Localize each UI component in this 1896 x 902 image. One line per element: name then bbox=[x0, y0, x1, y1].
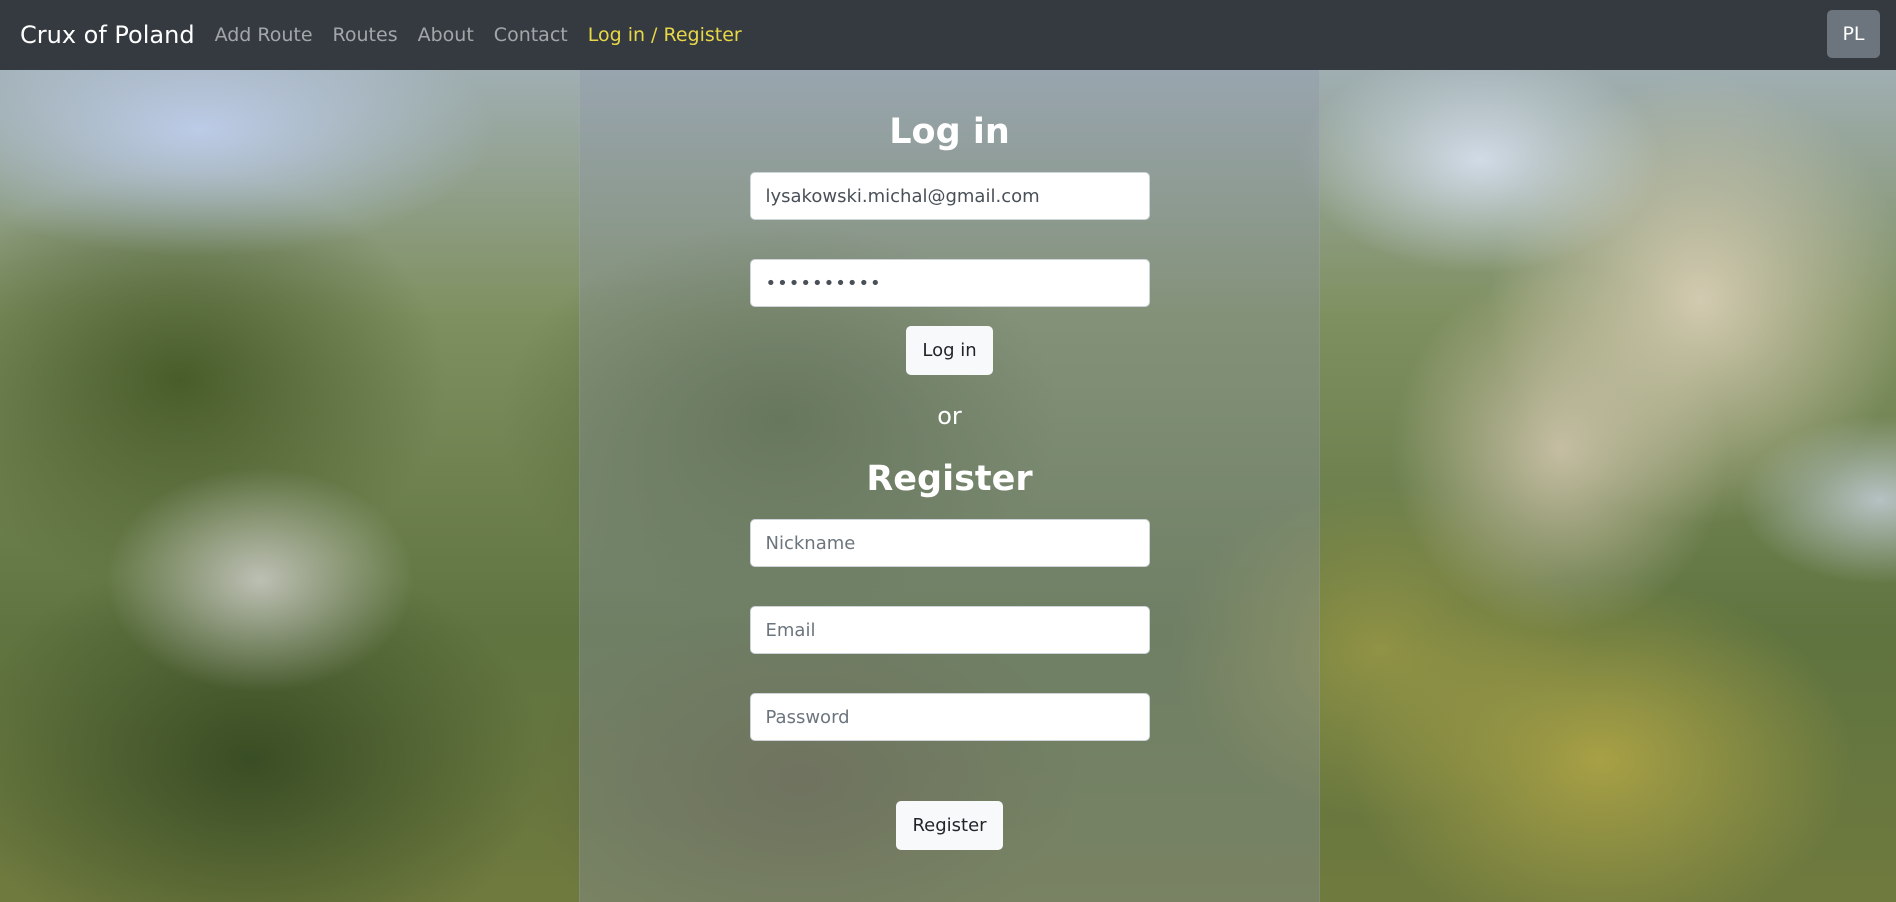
login-title: Log in bbox=[889, 112, 1010, 152]
nav-link-add-route[interactable]: Add Route bbox=[215, 24, 313, 46]
register-title: Register bbox=[866, 459, 1033, 499]
nav-link-about[interactable]: About bbox=[418, 24, 474, 46]
register-nickname-input[interactable] bbox=[749, 519, 1150, 567]
nav-link-login-register[interactable]: Log in / Register bbox=[588, 24, 742, 46]
language-toggle-button[interactable]: PL bbox=[1827, 10, 1880, 58]
register-email-input[interactable] bbox=[749, 606, 1150, 654]
login-password-input[interactable] bbox=[749, 259, 1150, 307]
brand-logo-link[interactable]: Crux of Poland bbox=[20, 21, 195, 49]
navbar: Crux of Poland Add Route Routes About Co… bbox=[0, 0, 1896, 70]
auth-forms: Log in Log in or Register Register bbox=[579, 70, 1320, 850]
login-email-input[interactable] bbox=[749, 172, 1150, 220]
register-password-input[interactable] bbox=[749, 693, 1150, 741]
or-separator: or bbox=[937, 402, 962, 430]
nav-link-contact[interactable]: Contact bbox=[494, 24, 568, 46]
login-button[interactable]: Log in bbox=[906, 326, 993, 375]
nav-link-routes[interactable]: Routes bbox=[333, 24, 398, 46]
register-button[interactable]: Register bbox=[896, 801, 1003, 850]
